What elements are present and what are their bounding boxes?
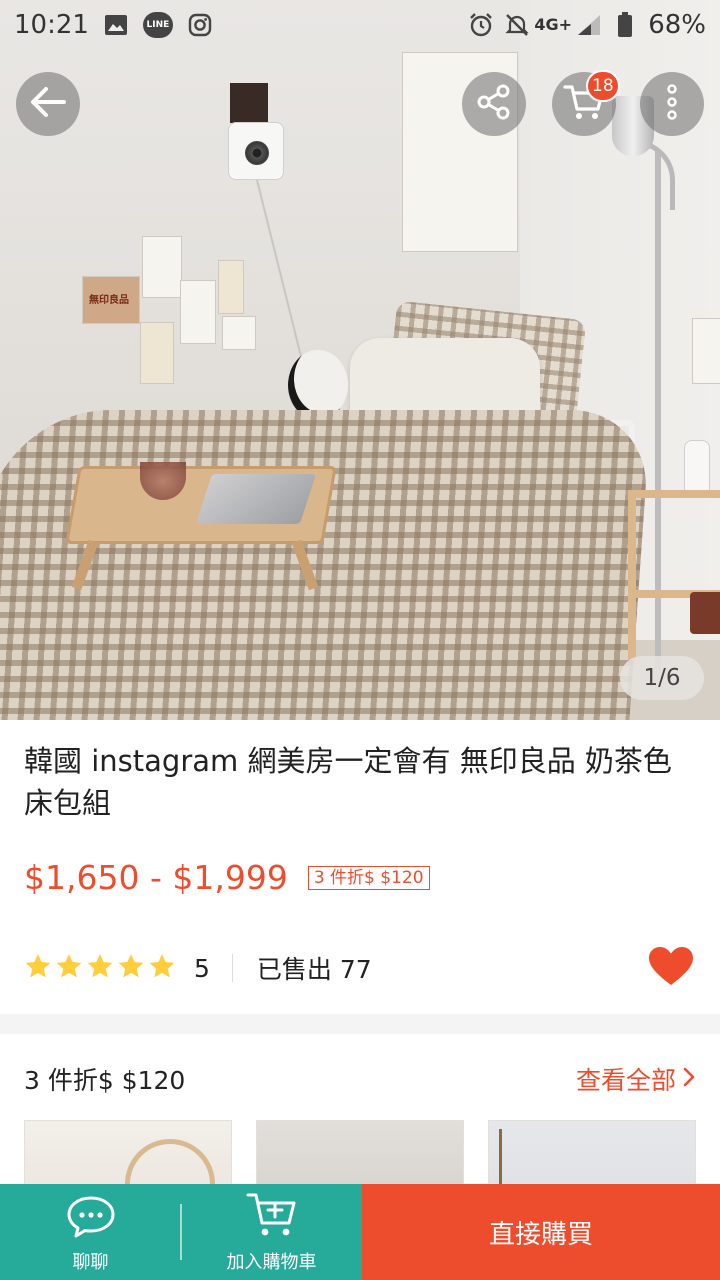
photo-vase bbox=[684, 440, 710, 496]
rating-count: 5 bbox=[194, 953, 210, 983]
photo-poster bbox=[180, 280, 216, 344]
star-icon bbox=[55, 953, 83, 984]
section-divider bbox=[0, 1014, 720, 1034]
share-button[interactable] bbox=[462, 72, 526, 136]
more-options-button[interactable] bbox=[640, 72, 704, 136]
instagram-icon bbox=[187, 12, 213, 38]
photo-poster bbox=[222, 316, 256, 350]
rating-stars[interactable] bbox=[24, 953, 176, 984]
photo-poster bbox=[692, 318, 720, 384]
line-app-icon: LINE bbox=[142, 12, 173, 38]
photo-side-table bbox=[628, 490, 720, 660]
add-to-cart-button[interactable]: 加入購物車 bbox=[181, 1184, 362, 1280]
notifications-muted-icon bbox=[504, 12, 530, 38]
share-icon bbox=[476, 84, 512, 124]
status-bar: 10:21 LINE 4G+ 68% bbox=[0, 0, 720, 50]
see-all-link[interactable]: 查看全部 bbox=[576, 1061, 696, 1097]
see-all-label: 查看全部 bbox=[575, 1066, 676, 1095]
photo-poster-text: 無印良品 bbox=[89, 295, 129, 306]
product-price: $1,650 - $1,999 bbox=[24, 858, 288, 897]
bundle-deal-title: 3 件折$ $120 bbox=[24, 1066, 186, 1095]
add-to-cart-label: 加入購物車 bbox=[226, 1252, 317, 1273]
battery-percent: 68% bbox=[648, 10, 706, 40]
photo-duvet bbox=[0, 410, 652, 720]
cart-count-badge: 18 bbox=[586, 70, 620, 102]
chat-button[interactable]: 聊聊 bbox=[0, 1184, 181, 1280]
photo-radio bbox=[690, 592, 720, 634]
photo-cord bbox=[256, 179, 304, 365]
chat-label: 聊聊 bbox=[72, 1252, 109, 1273]
image-icon bbox=[103, 12, 129, 38]
status-time: 10:21 bbox=[14, 10, 89, 40]
heart-icon bbox=[648, 946, 694, 990]
photo-cd-cover bbox=[230, 83, 268, 123]
image-pager: 1/6 bbox=[620, 656, 704, 700]
back-button[interactable] bbox=[16, 72, 80, 136]
bundle-deal-header: 3 件折$ $120 查看全部 bbox=[24, 1058, 696, 1100]
battery-icon bbox=[612, 12, 638, 38]
arrow-left-icon bbox=[28, 85, 68, 123]
like-button[interactable] bbox=[646, 945, 696, 991]
photo-poster bbox=[218, 260, 244, 314]
add-to-cart-icon bbox=[246, 1191, 298, 1244]
more-vertical-icon bbox=[667, 84, 677, 124]
product-title: 韓國 instagram 網美房一定會有 無印良品 奶茶色 床包組 bbox=[24, 744, 672, 820]
photo-poster-muji: 無印良品 bbox=[82, 276, 140, 324]
bottom-bar-left: 聊聊 加入購物車 bbox=[0, 1184, 362, 1280]
photo-laptop bbox=[195, 474, 317, 524]
star-icon bbox=[117, 953, 145, 984]
photo-cd-player bbox=[228, 122, 284, 180]
sold-count: 已售出 77 bbox=[256, 955, 372, 984]
bundle-deal-tag[interactable]: 3 件折$ $120 bbox=[307, 865, 430, 890]
signal-icon bbox=[576, 12, 602, 38]
bottom-action-bar: 聊聊 加入購物車 直接購買 bbox=[0, 1184, 720, 1280]
star-icon bbox=[148, 953, 176, 984]
chat-bubble-icon bbox=[66, 1195, 116, 1244]
rating-row: 5 已售出 77 bbox=[24, 945, 696, 991]
price-row: $1,650 - $1,999 3 件折$ $120 bbox=[24, 858, 430, 897]
buy-now-button[interactable]: 直接購買 bbox=[362, 1184, 720, 1280]
photo-poster bbox=[140, 322, 174, 384]
chevron-right-icon bbox=[682, 1065, 696, 1094]
divider bbox=[231, 954, 233, 982]
network-type-icon: 4G+ bbox=[534, 15, 573, 34]
alarm-icon bbox=[468, 12, 494, 38]
star-icon bbox=[24, 953, 52, 984]
star-icon bbox=[86, 953, 114, 984]
divider bbox=[180, 1204, 182, 1260]
photo-poster bbox=[142, 236, 182, 298]
